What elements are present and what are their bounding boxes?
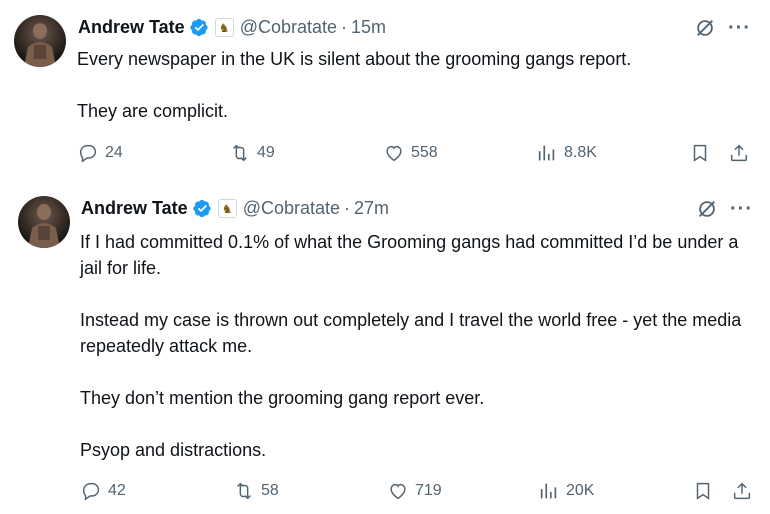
reply-count: 24 — [105, 144, 123, 161]
grok-icon[interactable] — [694, 17, 716, 39]
repost-count: 49 — [257, 144, 275, 161]
tweet[interactable]: Andrew Tate ♞ @Cobratate · 15m ··· Every… — [0, 0, 770, 180]
like-count: 558 — [411, 144, 438, 161]
separator: · — [341, 17, 348, 37]
views-count: 20K — [566, 482, 595, 499]
views-icon — [538, 145, 555, 161]
tweet-text: Psyop and distractions. — [80, 440, 267, 460]
reply-button[interactable]: 42 — [80, 480, 126, 502]
author-name[interactable]: Andrew Tate — [78, 17, 185, 38]
reply-icon — [82, 482, 100, 501]
author-name[interactable]: Andrew Tate — [81, 198, 188, 219]
share-icon — [733, 482, 751, 500]
bookmark-button[interactable] — [692, 480, 714, 502]
repost-count: 58 — [261, 482, 279, 499]
like-button[interactable]: 719 — [387, 480, 442, 502]
chess-knight-badge-icon[interactable]: ♞ — [214, 18, 234, 37]
views-count: 8.8K — [564, 144, 597, 161]
bookmark-icon — [693, 144, 707, 162]
share-button[interactable] — [728, 142, 750, 164]
tweet-text: Instead my case is thrown out completely… — [80, 310, 742, 356]
repost-button[interactable]: 49 — [229, 142, 275, 164]
tweet-text: If I had committed 0.1% of what the Groo… — [80, 232, 739, 278]
verified-badge-icon — [193, 199, 211, 218]
more-icon[interactable]: ··· — [728, 18, 751, 38]
repost-icon — [237, 482, 251, 500]
heart-icon — [386, 145, 402, 162]
timestamp[interactable]: 27m — [354, 198, 389, 219]
reply-count: 42 — [108, 482, 126, 499]
heart-icon — [390, 483, 406, 500]
separator: · — [344, 198, 351, 218]
share-icon — [730, 144, 748, 162]
avatar[interactable] — [18, 196, 70, 248]
grok-icon[interactable] — [696, 198, 718, 220]
like-count: 719 — [415, 482, 442, 499]
bookmark-icon — [696, 482, 710, 500]
author-handle[interactable]: @Cobratate — [243, 198, 340, 219]
share-button[interactable] — [731, 480, 753, 502]
repost-icon — [233, 144, 247, 162]
views-button[interactable]: 8.8K — [536, 142, 597, 164]
chess-knight-badge-icon[interactable]: ♞ — [217, 199, 237, 218]
reply-icon — [79, 144, 97, 163]
verified-badge-icon — [190, 18, 208, 37]
timestamp[interactable]: 15m — [351, 17, 386, 38]
tweet[interactable]: Andrew Tate ♞ @Cobratate · 27m ··· If I … — [0, 180, 770, 514]
like-button[interactable]: 558 — [383, 142, 438, 164]
views-icon — [540, 483, 557, 499]
views-button[interactable]: 20K — [538, 480, 594, 502]
tweet-text: Every newspaper in the UK is silent abou… — [77, 49, 632, 69]
bookmark-button[interactable] — [689, 142, 711, 164]
author-handle[interactable]: @Cobratate — [240, 17, 337, 38]
avatar[interactable] — [14, 15, 66, 67]
more-icon[interactable]: ··· — [730, 199, 753, 219]
reply-button[interactable]: 24 — [77, 142, 123, 164]
tweet-text: They are complicit. — [77, 101, 229, 121]
tweet-text: They don’t mention the grooming gang rep… — [80, 388, 485, 408]
repost-button[interactable]: 58 — [233, 480, 279, 502]
